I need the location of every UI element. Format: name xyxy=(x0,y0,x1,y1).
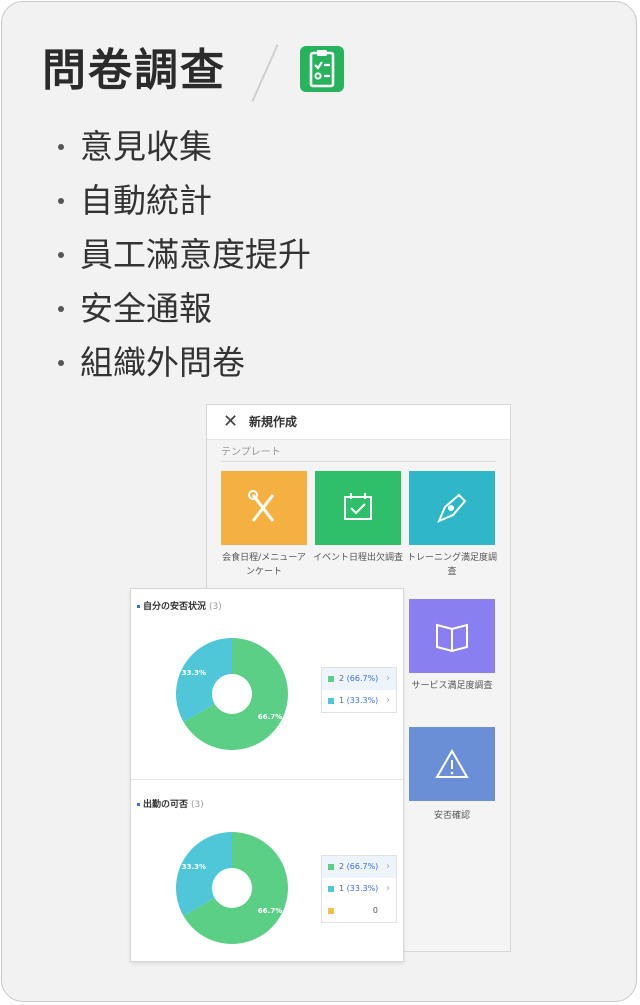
feature-item: 自動統計 xyxy=(52,174,311,228)
window-header: ✕ 新規作成 xyxy=(207,405,510,440)
template-tile-safety[interactable] xyxy=(409,727,495,801)
donut-slice[interactable] xyxy=(175,638,232,722)
calendar-check-icon xyxy=(315,471,401,545)
chevron-right-icon: › xyxy=(386,861,390,872)
chart-legend: 2 (66.7%) › 1 (33.3%) › 0 xyxy=(321,855,397,923)
feature-item: 安全通報 xyxy=(52,282,311,336)
bullet-icon xyxy=(58,360,64,366)
slice-label: 33.3% xyxy=(182,669,206,677)
bullet-icon xyxy=(58,144,64,150)
donut-slice[interactable] xyxy=(175,832,232,916)
bullet-icon xyxy=(58,198,64,204)
pen-icon xyxy=(409,471,495,545)
template-section-label: テンプレート xyxy=(221,443,496,462)
slice-label: 66.7% xyxy=(258,907,282,915)
survey-results-window: 自分の安否状況 (3) 66.7% 33.3% 2 (66.7%) › 1 (33.3… xyxy=(130,588,404,962)
feature-item: 意見收集 xyxy=(52,120,311,174)
legend-swatch xyxy=(328,885,334,892)
donut-chart: 66.7% 33.3% xyxy=(175,638,288,750)
close-icon[interactable]: ✕ xyxy=(223,411,238,432)
question-title: 出勤の可否 (3) xyxy=(137,797,204,810)
question-marker xyxy=(137,803,140,806)
page-title: 問卷調查 xyxy=(42,45,226,96)
title-divider xyxy=(251,44,279,102)
checklist-icon xyxy=(300,46,344,92)
bullet-icon xyxy=(58,252,64,258)
chevron-right-icon: › xyxy=(386,695,390,706)
template-label: トレーニング満足度調査 xyxy=(407,553,498,577)
legend-item[interactable]: 1 (33.3%) › xyxy=(322,690,396,712)
chevron-right-icon: › xyxy=(386,883,390,894)
legend-item[interactable]: 0 xyxy=(322,900,396,922)
bullet-icon xyxy=(58,306,64,312)
window-title: 新規作成 xyxy=(249,415,298,429)
fork-knife-icon xyxy=(221,471,307,545)
slice-label: 33.3% xyxy=(182,863,206,871)
legend-item[interactable]: 2 (66.7%) › xyxy=(322,856,396,878)
feature-item: 員工滿意度提升 xyxy=(52,228,311,282)
legend-item[interactable]: 2 (66.7%) › xyxy=(322,668,396,690)
legend-item[interactable]: 1 (33.3%) › xyxy=(322,878,396,900)
template-label: 安否確認 xyxy=(433,811,470,821)
feature-list: 意見收集 自動統計 員工滿意度提升 安全通報 組織外問卷 xyxy=(52,120,311,390)
chart-legend: 2 (66.7%) › 1 (33.3%) › xyxy=(321,667,397,713)
template-tile-training[interactable] xyxy=(409,471,495,545)
template-tile-service[interactable] xyxy=(409,599,495,673)
panel-divider xyxy=(131,779,403,780)
book-icon xyxy=(409,599,495,673)
donut-chart: 66.7% 33.3% xyxy=(175,832,288,944)
template-label: サービス満足度調査 xyxy=(411,681,493,691)
warning-icon xyxy=(409,727,495,801)
slice-label: 66.7% xyxy=(258,713,282,721)
legend-swatch xyxy=(328,697,334,704)
template-tile-event[interactable] xyxy=(315,471,401,545)
chevron-right-icon: › xyxy=(386,673,390,684)
legend-swatch xyxy=(328,675,334,682)
template-label: イベント日程出欠調査 xyxy=(313,553,404,563)
legend-swatch xyxy=(328,863,334,870)
template-label: 会食日程/メニューアンケート xyxy=(222,553,306,577)
template-tile-dining[interactable] xyxy=(221,471,307,545)
question-marker xyxy=(137,605,140,608)
legend-swatch xyxy=(328,907,334,914)
feature-item: 組織外問卷 xyxy=(52,336,311,390)
question-title: 自分の安否状況 (3) xyxy=(137,599,222,612)
